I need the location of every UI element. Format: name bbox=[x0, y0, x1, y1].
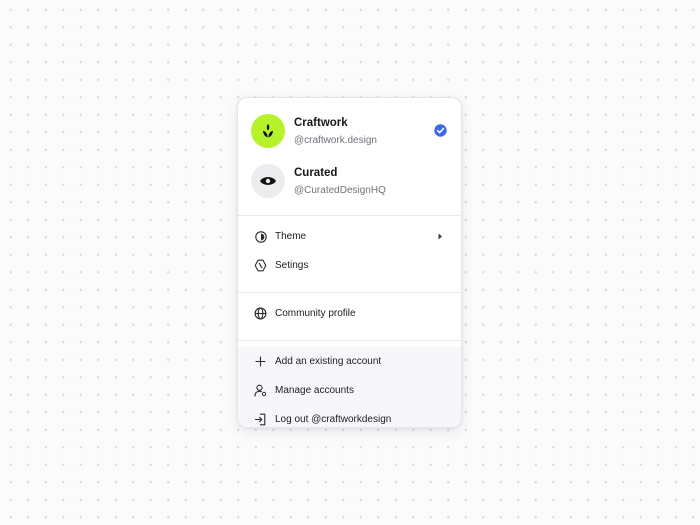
menu-item-log-out[interactable]: Log out @craftworkdesign bbox=[238, 405, 461, 427]
chevron-right-icon bbox=[438, 233, 442, 240]
account-item-curated[interactable]: Curated @CuratedDesignHQ bbox=[251, 163, 448, 199]
account-name: Curated bbox=[294, 166, 338, 179]
leaf-sprout-icon bbox=[263, 124, 273, 138]
menu-item-label: Manage accounts bbox=[275, 384, 354, 396]
menu-item-add-account[interactable]: Add an existing account bbox=[238, 347, 461, 376]
half-circle-contrast-icon bbox=[254, 230, 267, 243]
user-cog-icon bbox=[254, 384, 267, 397]
avatar bbox=[251, 164, 285, 198]
preferences-section: Theme Setings bbox=[238, 222, 461, 292]
account-handle: @craftwork.design bbox=[294, 134, 377, 146]
account-name: Craftwork bbox=[294, 116, 348, 129]
hexagon-gear-icon bbox=[254, 259, 267, 272]
community-section: Community profile bbox=[238, 299, 461, 340]
menu-divider bbox=[238, 215, 461, 216]
logout-icon bbox=[254, 413, 267, 426]
menu-divider bbox=[238, 292, 461, 293]
account-switcher-menu: Craftwork @craftwork.design Curated @Cur… bbox=[237, 97, 462, 428]
menu-item-settings[interactable]: Setings bbox=[238, 251, 461, 280]
menu-item-label: Community profile bbox=[275, 307, 356, 319]
account-handle: @CuratedDesignHQ bbox=[294, 184, 386, 196]
menu-item-community-profile[interactable]: Community profile bbox=[238, 299, 461, 328]
menu-item-label: Setings bbox=[275, 259, 309, 271]
globe-icon bbox=[254, 307, 267, 320]
account-actions-section: Add an existing account Manage accounts … bbox=[238, 347, 461, 427]
menu-divider bbox=[238, 340, 461, 341]
menu-item-label: Add an existing account bbox=[275, 355, 382, 367]
eye-icon bbox=[260, 177, 276, 185]
account-list: Craftwork @craftwork.design Curated @Cur… bbox=[238, 98, 461, 215]
check-circle-icon bbox=[434, 124, 447, 137]
menu-item-manage-accounts[interactable]: Manage accounts bbox=[238, 376, 461, 405]
menu-item-theme[interactable]: Theme bbox=[238, 222, 461, 251]
menu-item-label: Theme bbox=[275, 230, 307, 242]
plus-icon bbox=[254, 355, 267, 368]
avatar bbox=[251, 114, 285, 148]
account-item-craftwork[interactable]: Craftwork @craftwork.design bbox=[251, 113, 448, 149]
menu-item-label: Log out @craftworkdesign bbox=[275, 413, 392, 425]
